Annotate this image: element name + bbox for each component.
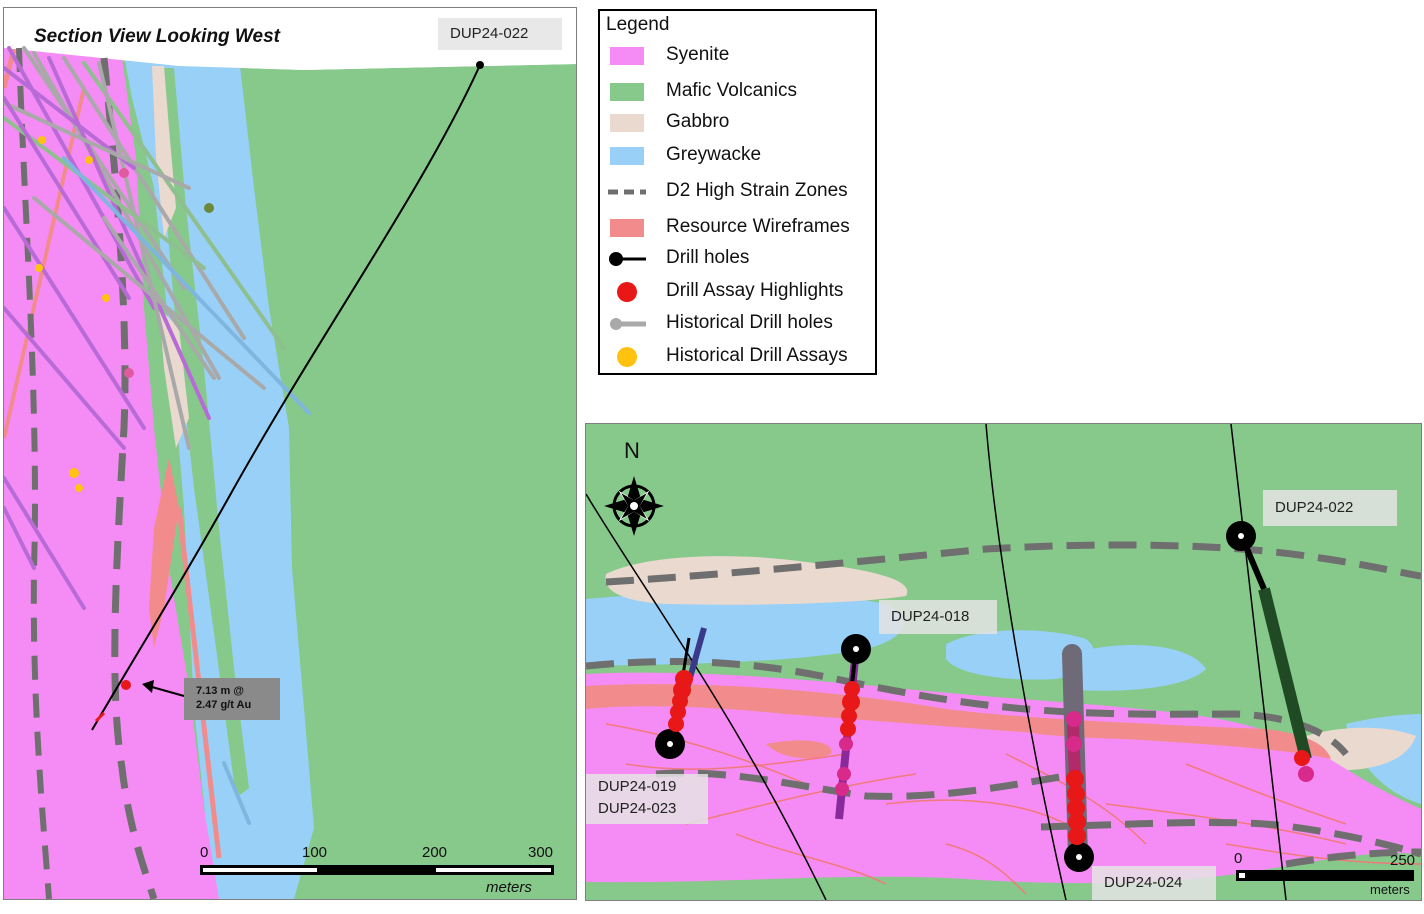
legend-title: Legend (606, 14, 670, 35)
hole-label-dup24-018: DUP24-018 (879, 600, 997, 634)
wireframe-swatch-icon (610, 219, 644, 237)
assay-callout: 7.13 m @ 2.47 g/t Au (184, 678, 280, 720)
hole-label-dup24-019-023: DUP24-019 DUP24-023 (586, 774, 708, 824)
legend-label: Syenite (666, 44, 730, 65)
legend-item-gabbro: Gabbro (600, 108, 875, 138)
scale-tick-100: 100 (302, 844, 328, 861)
scale-tick-300: 300 (528, 844, 554, 861)
legend-item-mafic-volcanics: Mafic Volcanics (600, 77, 875, 107)
hole-label-dup24-022: DUP24-022 (1263, 490, 1397, 526)
scale-tick-200: 200 (422, 844, 448, 861)
legend-label: Greywacke (666, 144, 762, 165)
hole-label-dup24-024: DUP24-024 (1092, 866, 1216, 900)
section-title: Section View Looking West (34, 26, 280, 47)
mafic-swatch-icon (610, 83, 644, 101)
legend-label: Resource Wireframes (666, 216, 850, 237)
scale-bar (200, 865, 554, 875)
red-dot-icon (617, 282, 637, 302)
legend-label: D2 High Strain Zones (666, 180, 848, 201)
north-label: N (624, 438, 640, 463)
drill-hole-line-icon (609, 252, 646, 266)
grey-line-icon (610, 318, 646, 330)
hole-label-dup24-022: DUP24-022 (438, 18, 562, 50)
legend-label: Gabbro (666, 111, 730, 132)
assay-callout-grade: 2.47 g/t Au (196, 699, 252, 711)
greywacke-swatch-icon (610, 147, 644, 165)
gabbro-swatch-icon (610, 114, 644, 132)
plan-view-panel: N DUP24-022 DUP24-018 DUP24-019 DUP24-02… (585, 423, 1422, 901)
legend-item-syenite: Syenite (600, 41, 875, 71)
section-view-panel: Section View Looking West DUP24-022 7.13… (3, 7, 577, 900)
syenite-swatch-icon (610, 47, 644, 65)
legend-label: Historical Drill holes (666, 312, 833, 333)
assay-highlight (121, 680, 131, 690)
scale-tick-0: 0 (200, 844, 209, 861)
legend-label: Drill holes (666, 247, 750, 268)
legend-label: Mafic Volcanics (666, 80, 797, 101)
drill-collar (476, 61, 484, 69)
hole-label-dup24-019: DUP24-019 (598, 778, 677, 795)
assay-callout-interval: 7.13 m @ (196, 685, 245, 697)
hole-label-dup24-023: DUP24-023 (598, 800, 677, 817)
scale-unit: meters (486, 879, 532, 896)
legend-item-historical-holes: Historical Drill holes (600, 309, 875, 339)
legend: Legend Syenite Mafic Volcanics Gabbro Gr… (598, 9, 877, 375)
dashed-line-icon (608, 189, 646, 195)
legend-item-drill-holes: Drill holes (600, 244, 875, 274)
plan-scale-unit: meters (1370, 882, 1410, 897)
legend-item-historical-assays: Historical Drill Assays (600, 342, 875, 372)
section-map (4, 8, 576, 899)
legend-item-assay-highlights: Drill Assay Highlights (600, 277, 875, 307)
legend-label: Historical Drill Assays (666, 345, 848, 366)
plan-scale-bar (1236, 870, 1414, 881)
legend-label: Drill Assay Highlights (666, 280, 844, 301)
legend-item-strain-zones: D2 High Strain Zones (600, 177, 875, 207)
plan-scale-start: 0 (1234, 850, 1243, 867)
legend-item-resource-wireframes: Resource Wireframes (600, 213, 875, 243)
yellow-dot-icon (617, 347, 637, 367)
legend-item-greywacke: Greywacke (600, 141, 875, 171)
plan-scale-end: 250 (1390, 852, 1416, 869)
